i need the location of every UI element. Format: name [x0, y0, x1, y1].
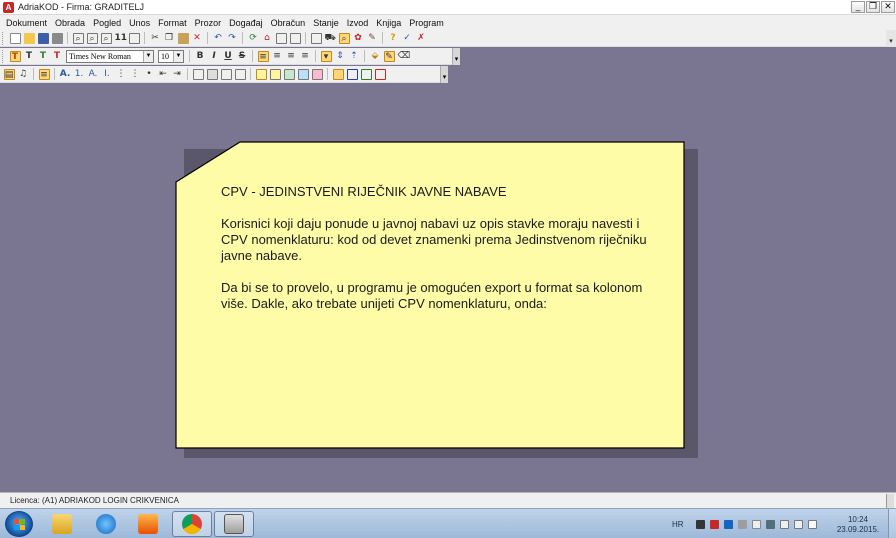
show-desktop-button[interactable] [888, 509, 896, 538]
tray-action-center-icon[interactable] [808, 519, 818, 529]
taskbar-internet-explorer[interactable] [86, 511, 126, 537]
clock-time: 10:24 [847, 515, 869, 524]
start-button[interactable] [5, 511, 33, 537]
note-paragraph-1: Korisnici koji daju ponude u javnoj naba… [221, 216, 647, 263]
system-tray: HR [672, 509, 820, 538]
taskbar-adriakod[interactable] [214, 511, 254, 537]
tray-printer-icon[interactable] [738, 519, 748, 529]
taskbar-explorer[interactable] [42, 511, 82, 537]
chrome-icon [182, 514, 202, 534]
note-paragraph-2: Da bi se to provelo, u programu je omogu… [221, 280, 643, 311]
tray-device-icon[interactable] [766, 519, 776, 529]
taskbar: HR 10:24 23.09.2015. [0, 508, 896, 538]
tray-network-icon[interactable] [724, 519, 734, 529]
licence-text: Licenca: (A1) ADRIAKOD LOGIN CRIKVENICA [10, 496, 179, 505]
status-grip[interactable] [886, 494, 894, 508]
media-player-icon [138, 514, 158, 534]
status-bar: Licenca: (A1) ADRIAKOD LOGIN CRIKVENICA [0, 492, 896, 508]
taskbar-chrome[interactable] [172, 511, 212, 537]
tray-monitor-icon[interactable] [794, 519, 804, 529]
note-content[interactable]: CPV - JEDINSTVENI RIJEČNIK JAVNE NABAVE … [221, 184, 666, 328]
tray-shield-icon[interactable] [752, 519, 762, 529]
tray-volume-icon[interactable] [780, 519, 790, 529]
note-heading: CPV - JEDINSTVENI RIJEČNIK JAVNE NABAVE [221, 184, 507, 199]
taskbar-media-player[interactable] [128, 511, 168, 537]
clock-date: 23.09.2015. [836, 525, 880, 534]
tray-flag-icon[interactable] [710, 519, 720, 529]
explorer-icon [52, 514, 72, 534]
internet-explorer-icon [96, 514, 116, 534]
windows-logo-icon [14, 519, 25, 530]
tray-app-icon[interactable] [696, 519, 706, 529]
system-clock[interactable]: 10:24 23.09.2015. [832, 515, 884, 535]
adriakod-icon [224, 514, 244, 534]
language-indicator[interactable]: HR [672, 520, 684, 529]
